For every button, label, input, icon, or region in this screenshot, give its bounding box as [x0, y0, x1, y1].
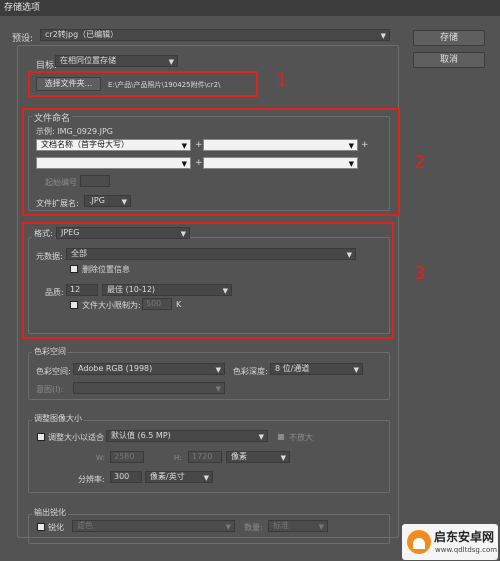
resize-checkbox[interactable] [37, 433, 45, 441]
color-space-label: 色彩空间: [36, 367, 71, 376]
size-unit-select[interactable]: 像素 ▼ [226, 451, 290, 463]
color-space-select[interactable]: Adobe RGB (1998) ▼ [73, 363, 225, 375]
watermark-url: www.qdltdsg.com [435, 546, 498, 554]
size-unit-value: 像素 [231, 452, 247, 461]
chevron-down-icon: ▼ [203, 474, 209, 482]
chevron-down-icon: ▼ [225, 523, 231, 531]
chevron-down-icon: ▼ [168, 58, 174, 66]
save-button[interactable]: 存储 [413, 30, 485, 46]
target-value: 在相同位置存储 [60, 56, 116, 65]
annotation-number-2: 2 [414, 152, 426, 173]
chevron-down-icon: ▼ [258, 433, 264, 441]
color-depth-select[interactable]: 8 位/通道 ▼ [270, 363, 363, 375]
target-select[interactable]: 在相同位置存储 ▼ [55, 55, 178, 67]
chevron-down-icon: ▼ [318, 523, 324, 531]
height-label: H: [174, 454, 182, 462]
save-options-dialog: 存储选项 预设: cr2转jpg（已编辑） ▼ 存储 取消 目标: 在相同位置存储… [0, 0, 500, 561]
chevron-down-icon: ▼ [215, 385, 221, 393]
amount-label: 数量: [244, 523, 263, 532]
preset-select[interactable]: cr2转jpg（已编辑） ▼ [40, 29, 390, 41]
resize-fit-select[interactable]: 默认值 (6.5 MP) ▼ [106, 430, 268, 442]
sharpen-select[interactable]: 滤色 ▼ [72, 520, 235, 532]
sharpen-value: 滤色 [77, 521, 93, 530]
resolution-input[interactable]: 300 [110, 471, 142, 483]
color-depth-label: 色彩深度: [233, 367, 268, 376]
preset-value: cr2转jpg（已编辑） [45, 30, 119, 39]
sharpen-label: 锐化 [48, 523, 64, 532]
watermark-brand: 启东安卓网 [434, 530, 495, 544]
color-space-value: Adobe RGB (1998) [78, 364, 153, 373]
amount-select[interactable]: 标准 ▼ [268, 520, 328, 532]
resolution-label: 分辨率: [78, 475, 105, 484]
resolution-unit-value: 像素/英寸 [150, 472, 185, 481]
annotation-number-1: 1 [276, 70, 288, 91]
annotation-box-3 [22, 222, 394, 339]
color-depth-value: 8 位/通道 [275, 364, 310, 373]
chevron-down-icon: ▼ [215, 366, 221, 374]
sharpen-title: 输出锐化 [32, 507, 68, 518]
resize-title: 调整图像大小 [32, 413, 84, 424]
width-input[interactable]: 2580 [110, 451, 144, 463]
watermark: 启东安卓网 www.qdltdsg.com [402, 524, 498, 560]
color-space-title: 色彩空间 [32, 346, 68, 357]
annotation-box-2 [22, 108, 400, 216]
amount-value: 标准 [273, 521, 289, 530]
chevron-down-icon: ▼ [280, 454, 286, 462]
resize-fit-label: 调整大小以适合 [48, 433, 104, 442]
preset-label: 预设: [12, 34, 34, 44]
android-logo-icon [407, 530, 431, 554]
intent-label: 意图(I): [36, 385, 64, 394]
width-label: W: [96, 454, 105, 462]
chevron-down-icon: ▼ [353, 366, 359, 374]
target-label: 目标: [36, 61, 58, 71]
intent-select[interactable]: ▼ [73, 382, 225, 394]
annotation-number-3: 3 [414, 263, 426, 284]
no-enlarge-checkbox[interactable] [277, 433, 285, 441]
cancel-button[interactable]: 取消 [413, 52, 485, 68]
sharpen-checkbox[interactable] [37, 523, 45, 531]
resize-fit-value: 默认值 (6.5 MP) [111, 431, 171, 440]
no-enlarge-label: 不放大 [289, 433, 313, 442]
chevron-down-icon: ▼ [380, 32, 386, 40]
height-input[interactable]: 1720 [188, 451, 222, 463]
window-title: 存储选项 [0, 0, 500, 16]
annotation-box-1 [28, 71, 258, 97]
resolution-unit-select[interactable]: 像素/英寸 ▼ [145, 471, 213, 483]
